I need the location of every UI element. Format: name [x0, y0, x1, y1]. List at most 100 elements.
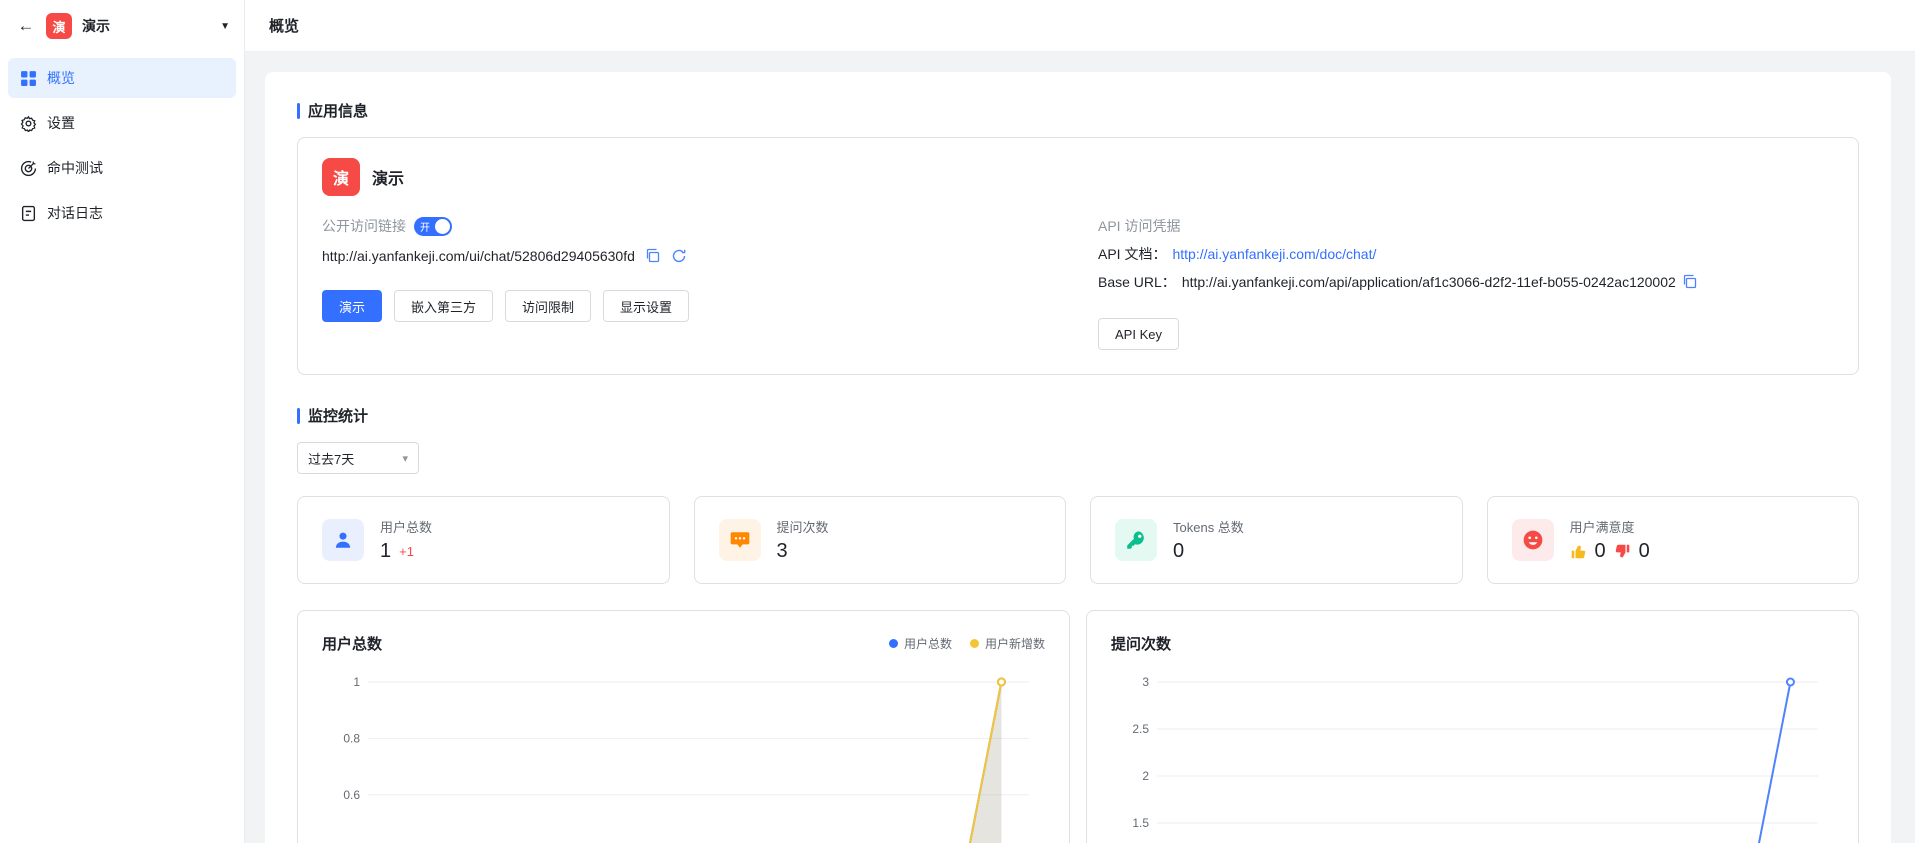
api-doc-row: API 文档： http://ai.yanfankeji.com/doc/cha… [1098, 244, 1834, 264]
legend-dot [889, 639, 898, 648]
users-chart-card: 用户总数 用户总数 用户新增数 [297, 610, 1070, 843]
base-url-label: Base URL： [1098, 272, 1176, 292]
key-icon [1115, 519, 1157, 561]
access-limit-button[interactable]: 访问限制 [505, 290, 591, 322]
chart-legend: 用户总数 用户新增数 [889, 635, 1045, 652]
stat-number: 1 [380, 540, 391, 563]
app-layout: ← 演 演示 ▼ 概览 设置 [0, 0, 1915, 843]
grid-icon [20, 70, 37, 87]
app-info-title: 演示 [372, 165, 404, 189]
toggle-on-text: 开 [420, 219, 430, 234]
copy-icon[interactable] [1682, 274, 1698, 290]
target-icon [20, 160, 37, 177]
app-action-buttons: 演示 嵌入第三方 访问限制 显示设置 [322, 290, 1058, 322]
public-link-row: 公开访问链接 开 [322, 216, 1058, 236]
back-arrow-icon[interactable]: ← [16, 16, 36, 36]
stat-body: Tokens 总数 0 [1173, 517, 1244, 563]
stat-cards: 用户总数 1 +1 [297, 496, 1859, 584]
public-url-text: http://ai.yanfankeji.com/ui/chat/52806d2… [322, 248, 635, 264]
demo-button[interactable]: 演示 [322, 290, 382, 322]
svg-text:3: 3 [1142, 675, 1149, 689]
stat-label: Tokens 总数 [1173, 517, 1244, 536]
app-info-card: 演 演示 公开访问链接 开 [297, 137, 1859, 375]
stat-value: 0 [1173, 540, 1244, 563]
stat-label: 用户总数 [380, 517, 432, 536]
stat-card-users: 用户总数 1 +1 [297, 496, 670, 584]
legend-label: 用户新增数 [985, 635, 1045, 652]
base-url-row: Base URL： http://ai.yanfankeji.com/api/a… [1098, 272, 1834, 292]
users-chart-title: 用户总数 [322, 633, 382, 654]
chart-header: 提问次数 [1111, 633, 1834, 654]
sidebar-item-label: 命中测试 [47, 158, 103, 178]
time-range-value: 过去7天 [308, 449, 354, 468]
legend-label: 用户总数 [904, 635, 952, 652]
api-credentials-label: API 访问凭据 [1098, 216, 1834, 236]
public-link-label: 公开访问链接 [322, 216, 406, 236]
stat-label: 提问次数 [777, 517, 829, 536]
questions-line-chart: 00.511.522.53 [1111, 668, 1834, 843]
svg-text:0.8: 0.8 [343, 731, 360, 745]
public-url-row: http://ai.yanfankeji.com/ui/chat/52806d2… [322, 248, 1058, 264]
public-link-toggle[interactable]: 开 [414, 217, 452, 236]
chevron-down-icon: ▾ [402, 452, 408, 465]
sidebar-item-hit-test[interactable]: 命中测试 [8, 148, 236, 188]
svg-text:2: 2 [1142, 769, 1149, 783]
questions-chart-title: 提问次数 [1111, 633, 1171, 654]
thumb-up-count: 0 [1595, 540, 1606, 563]
toggle-knob [435, 219, 450, 234]
stat-card-tokens: Tokens 总数 0 [1090, 496, 1463, 584]
display-settings-button[interactable]: 显示设置 [603, 290, 689, 322]
sidebar: ← 演 演示 ▼ 概览 设置 [0, 0, 245, 843]
app-avatar-large: 演 [322, 158, 360, 196]
sidebar-item-label: 对话日志 [47, 203, 103, 223]
page-title: 概览 [269, 15, 299, 36]
api-doc-link[interactable]: http://ai.yanfankeji.com/doc/chat/ [1172, 246, 1376, 262]
api-credentials-column: API 访问凭据 API 文档： http://ai.yanfankeji.co… [1098, 216, 1834, 350]
stat-number: 0 [1173, 540, 1184, 563]
stat-body: 用户满意度 0 0 [1570, 517, 1650, 563]
sidebar-item-label: 概览 [47, 68, 75, 88]
app-avatar: 演 [46, 13, 72, 39]
overview-panel: 应用信息 演 演示 公开访问链接 开 [265, 72, 1891, 843]
app-info-section-head: 应用信息 [297, 100, 1859, 121]
sidebar-item-chat-log[interactable]: 对话日志 [8, 193, 236, 233]
sidebar-item-settings[interactable]: 设置 [8, 103, 236, 143]
chevron-down-icon[interactable]: ▼ [220, 21, 230, 32]
thumb-down-icon [1614, 543, 1631, 560]
stat-delta: +1 [399, 544, 414, 559]
smiley-icon [1512, 519, 1554, 561]
time-range-select[interactable]: 过去7天 ▾ [297, 442, 419, 474]
legend-item-new-users[interactable]: 用户新增数 [970, 635, 1045, 652]
app-name: 演示 [82, 16, 210, 36]
svg-text:1: 1 [353, 675, 360, 689]
api-doc-label: API 文档： [1098, 244, 1166, 264]
chart-header: 用户总数 用户总数 用户新增数 [322, 633, 1045, 654]
app-info-section-title: 应用信息 [308, 100, 368, 121]
legend-dot [970, 639, 979, 648]
monitoring-section-head: 监控统计 [297, 405, 1859, 426]
svg-text:0.6: 0.6 [343, 788, 360, 802]
refresh-icon[interactable] [671, 248, 687, 264]
sidebar-menu: 概览 设置 命中测试 [0, 52, 244, 244]
main-area: 概览 应用信息 演 演示 [245, 0, 1915, 843]
document-icon [20, 205, 37, 222]
stat-value: 3 [777, 540, 829, 563]
users-line-chart: 00.20.40.60.81 [322, 668, 1045, 843]
app-switcher[interactable]: ← 演 演示 ▼ [0, 0, 244, 52]
chat-bubble-icon [719, 519, 761, 561]
legend-item-total-users[interactable]: 用户总数 [889, 635, 952, 652]
stat-number: 3 [777, 540, 788, 563]
api-key-button[interactable]: API Key [1098, 318, 1179, 350]
sidebar-item-overview[interactable]: 概览 [8, 58, 236, 98]
stat-body: 用户总数 1 +1 [380, 517, 432, 563]
stat-value: 0 0 [1570, 540, 1650, 563]
charts-row: 用户总数 用户总数 用户新增数 [297, 610, 1859, 843]
app-info-header: 演 演示 [322, 158, 1834, 196]
topbar: 概览 [245, 0, 1915, 52]
public-access-column: 公开访问链接 开 http://ai.yanfankeji.com/ui/cha… [322, 216, 1058, 350]
copy-icon[interactable] [645, 248, 661, 264]
embed-third-party-button[interactable]: 嵌入第三方 [394, 290, 493, 322]
thumb-down-count: 0 [1639, 540, 1650, 563]
section-accent-bar [297, 103, 300, 119]
stat-value: 1 +1 [380, 540, 432, 563]
